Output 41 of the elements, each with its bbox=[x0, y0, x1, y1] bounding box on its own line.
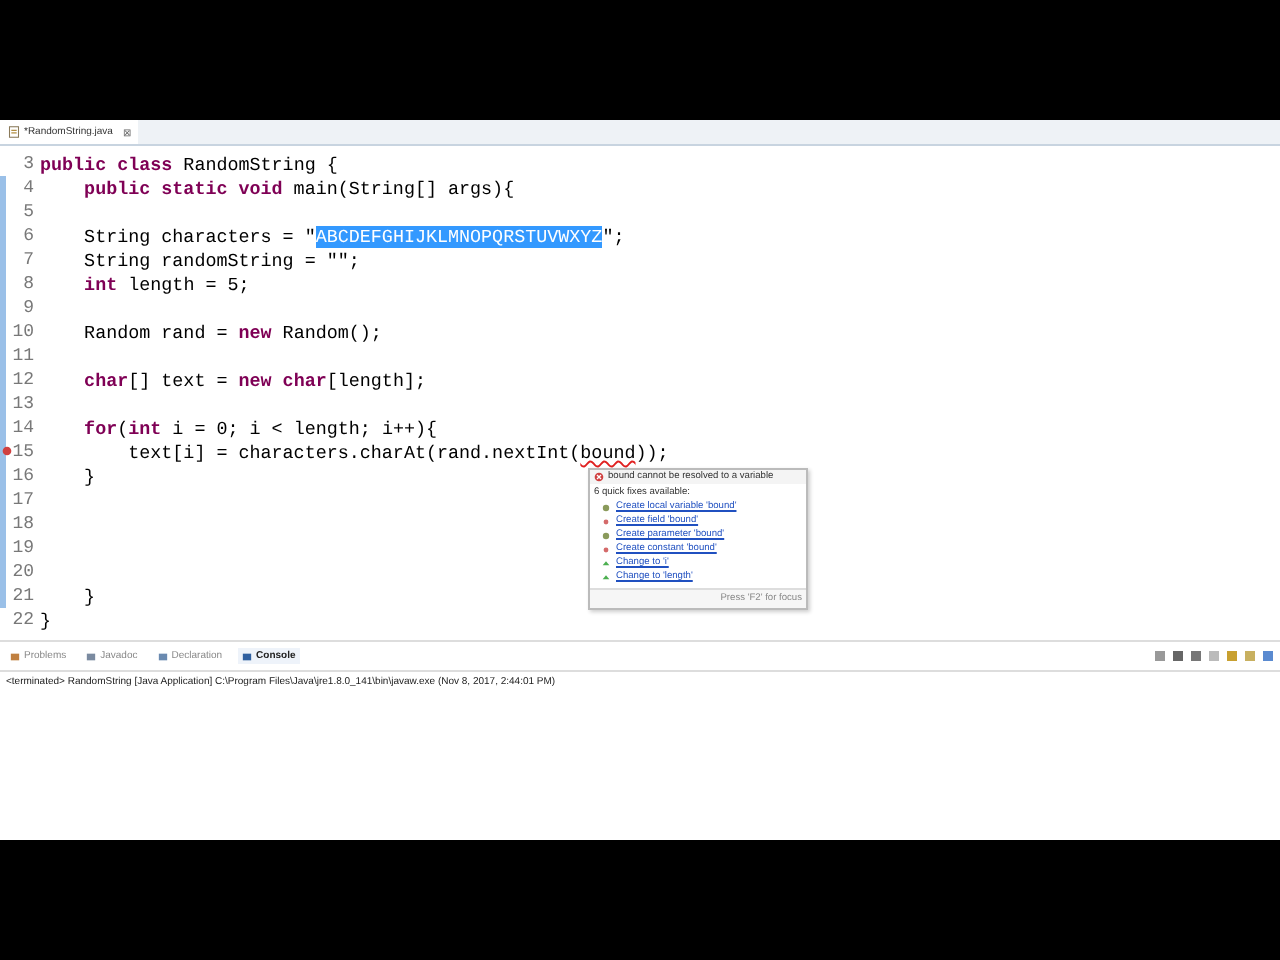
line-number: 8 bbox=[23, 274, 34, 294]
line-number: 15 bbox=[12, 442, 34, 462]
line-number: 22 bbox=[12, 610, 34, 630]
line-number: 10 bbox=[12, 322, 34, 342]
line-number: 7 bbox=[23, 250, 34, 270]
dot-icon bbox=[602, 517, 610, 525]
code-line: } bbox=[82, 585, 96, 607]
code-line: for(int i = 0; i < length; i++){ bbox=[82, 417, 438, 439]
line-number: 3 bbox=[23, 154, 34, 174]
line-number: 14 bbox=[12, 418, 34, 438]
code-line: String randomString = ""; bbox=[82, 249, 360, 271]
code-line: Random rand = new Random(); bbox=[82, 321, 382, 343]
code-line: } bbox=[82, 465, 96, 487]
view-icon bbox=[10, 651, 20, 661]
line-number: 18 bbox=[12, 514, 34, 534]
view-icon bbox=[86, 651, 97, 661]
java-file-icon bbox=[8, 126, 20, 138]
line-number: 13 bbox=[12, 394, 34, 414]
code-line: String characters = "ABCDEFGHIJKLMNOPQRSTUVWXYZ"; bbox=[82, 225, 625, 247]
line-number: 11 bbox=[12, 346, 34, 366]
code-line: public class RandomString { bbox=[40, 153, 338, 175]
line-number: 21 bbox=[12, 586, 34, 606]
code-line: public static void main(String[] args){ bbox=[82, 177, 515, 199]
dot-icon bbox=[602, 531, 610, 539]
line-number: 5 bbox=[23, 202, 34, 222]
line-number: 9 bbox=[23, 298, 34, 318]
dot-icon bbox=[602, 503, 610, 511]
view-icon bbox=[157, 651, 168, 661]
code-line: } bbox=[40, 609, 52, 631]
line-number: 17 bbox=[12, 490, 34, 510]
view-icon bbox=[242, 651, 253, 661]
code-line: char[] text = new char[length]; bbox=[82, 369, 426, 391]
code-line: text[i] = characters.charAt(rand.nextInt(bound)); bbox=[126, 441, 669, 463]
line-number: 16 bbox=[12, 466, 34, 486]
code-line: int length = 5; bbox=[82, 273, 250, 295]
line-number: 19 bbox=[12, 538, 34, 558]
dot-icon bbox=[602, 545, 610, 553]
line-number: 12 bbox=[12, 370, 34, 390]
line-number: 20 bbox=[12, 562, 34, 582]
line-number: 4 bbox=[23, 178, 34, 198]
line-number: 6 bbox=[23, 226, 34, 246]
